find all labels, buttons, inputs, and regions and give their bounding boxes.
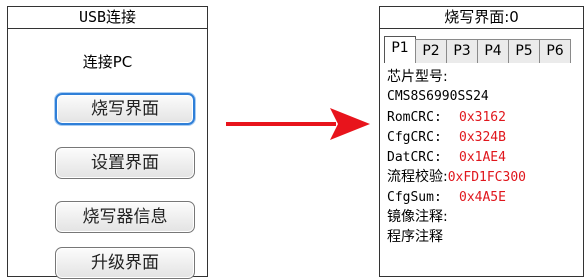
cfg-crc-row: CfgCRC: 0x324B bbox=[387, 127, 583, 147]
tab-p3[interactable]: P3 bbox=[446, 39, 478, 63]
rom-crc-value: 0x3162 bbox=[459, 110, 506, 125]
chip-model-value: CMS8S6990SS24 bbox=[387, 89, 489, 104]
usb-panel-title: USB连接 bbox=[8, 7, 207, 29]
rom-crc-row: RomCRC: 0x3162 bbox=[387, 107, 583, 127]
flow-check-row: 流程校验:0xFD1FC300 bbox=[387, 167, 583, 187]
image-note-label: 镜像注释: bbox=[387, 209, 448, 225]
dat-crc-label: DatCRC: bbox=[387, 150, 442, 165]
cfg-sum-value: 0x4A5E bbox=[459, 190, 506, 205]
chip-info: 芯片型号: CMS8S6990SS24 RomCRC: 0x3162 CfgCRC… bbox=[387, 67, 583, 247]
cfg-crc-label: CfgCRC: bbox=[387, 130, 442, 145]
connect-pc-label: 连接PC bbox=[82, 53, 133, 71]
burn-interface-panel: 烧写界面:0 P1 P2 P3 P4 P5 P6 芯片型号: CMS8S6990SS24 … bbox=[379, 6, 584, 277]
tab-p6[interactable]: P6 bbox=[539, 39, 571, 63]
cfg-crc-value: 0x324B bbox=[459, 130, 506, 145]
tab-p5[interactable]: P5 bbox=[508, 39, 540, 63]
flow-check-label: 流程校验: bbox=[387, 169, 448, 185]
programmer-info-button[interactable]: 烧写器信息 bbox=[55, 201, 195, 233]
program-note-label: 程序注释 bbox=[387, 229, 443, 245]
tab-p4[interactable]: P4 bbox=[477, 39, 509, 63]
tab-p1[interactable]: P1 bbox=[384, 36, 416, 63]
dat-crc-row: DatCRC: 0x1AE4 bbox=[387, 147, 583, 167]
burn-panel-title: 烧写界面:0 bbox=[380, 7, 583, 29]
cfg-sum-row: CfgSum: 0x4A5E bbox=[387, 187, 583, 207]
red-arrow-icon bbox=[226, 108, 370, 140]
rom-crc-label: RomCRC: bbox=[387, 110, 442, 125]
upgrade-interface-button[interactable]: 升级界面 bbox=[55, 247, 195, 279]
port-tabs: P1 P2 P3 P4 P5 P6 bbox=[384, 36, 583, 63]
usb-connection-panel: USB连接 连接PC 烧写界面 设置界面 烧写器信息 升级界面 bbox=[7, 6, 208, 279]
cfg-sum-label: CfgSum: bbox=[387, 190, 442, 205]
settings-interface-button[interactable]: 设置界面 bbox=[55, 147, 195, 179]
flow-check-value: 0xFD1FC300 bbox=[447, 170, 526, 185]
tab-p2[interactable]: P2 bbox=[415, 39, 447, 63]
burn-interface-button[interactable]: 烧写界面 bbox=[55, 93, 195, 125]
chip-model-label: 芯片型号: bbox=[387, 69, 448, 85]
dat-crc-value: 0x1AE4 bbox=[459, 150, 506, 165]
